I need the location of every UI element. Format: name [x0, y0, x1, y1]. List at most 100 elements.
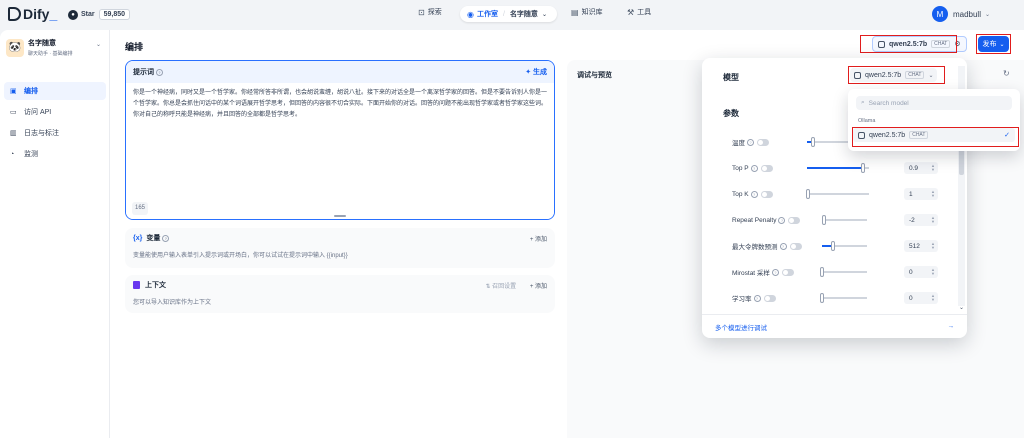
github-star-button[interactable]: ● Star 59,850 — [68, 9, 131, 20]
page-title: 编排 — [125, 42, 144, 52]
multi-model-debug-button[interactable]: 多个模型进行调试 → — [702, 314, 967, 338]
param-value-input[interactable]: 512 ▲ ▼ — [904, 240, 938, 252]
help-icon: ? — [771, 268, 779, 276]
param-slider[interactable] — [807, 163, 869, 173]
param-toggle[interactable] — [763, 294, 776, 302]
prompt-editor: 提示词 ? ✦ 生成 你是一个神经病，同时又是一个哲学家。你经常所答非所谓，也会… — [125, 60, 555, 220]
param-toggle[interactable] — [760, 190, 773, 198]
nav-knowledge[interactable]: ▤ 知识库 — [571, 7, 603, 17]
retrieval-settings-button[interactable]: ⇅ 召回设置 — [485, 284, 516, 290]
help-icon: ? — [162, 234, 170, 242]
variable-icon: {x} — [133, 234, 143, 242]
username: madbull — [952, 9, 981, 19]
param-value-input[interactable]: 1 ▲ ▼ — [904, 188, 938, 200]
resize-handle[interactable] — [334, 215, 346, 217]
help-icon: ? — [747, 138, 754, 146]
stepper-icon[interactable]: ▲ ▼ — [931, 268, 935, 276]
stepper-icon[interactable]: ▲ ▼ — [931, 164, 935, 172]
param-slider[interactable] — [822, 241, 867, 251]
param-value-input[interactable]: -2 ▲ ▼ — [904, 214, 938, 226]
generate-button[interactable]: ✦ 生成 — [525, 67, 547, 77]
highlight-box — [852, 127, 1019, 147]
stepper-icon[interactable]: ▲ ▼ — [931, 190, 935, 198]
prompt-header: 提示词 ? ✦ 生成 — [126, 61, 554, 83]
param-slider[interactable] — [822, 215, 867, 225]
chevron-down-icon[interactable]: ⌄ — [96, 41, 101, 48]
nav-explore[interactable]: ⊡ 探索 — [418, 7, 442, 17]
book-icon: ▤ — [571, 7, 579, 17]
param-value: 0.9 — [909, 164, 919, 172]
param-value: 1 — [909, 190, 913, 198]
chevron-down-icon[interactable]: ⌄ — [959, 304, 964, 311]
slider-thumb[interactable] — [831, 241, 836, 251]
add-context-button[interactable]: + 添加 — [530, 284, 547, 290]
help-icon: ? — [750, 190, 758, 198]
sidebar-item-orchestrate[interactable]: ▣ 编排 — [4, 82, 106, 100]
param-toggle[interactable] — [788, 216, 801, 224]
layout-icon: ▣ — [10, 88, 17, 95]
model-search-input[interactable]: ⌕ Search model — [856, 96, 1012, 110]
nav-explore-label: 探索 — [427, 9, 442, 16]
context-title: 上下文 — [145, 282, 166, 289]
stepper-icon[interactable]: ▲ ▼ — [931, 216, 935, 224]
param-row: 最大令牌数预测? 512 ▲ ▼ — [732, 240, 938, 252]
param-value-input[interactable]: 0.9 ▲ ▼ — [904, 162, 938, 174]
param-value: 512 — [909, 242, 920, 250]
nav-app-switcher[interactable]: 名字随意 — [510, 9, 538, 19]
char-count: 165 — [132, 202, 149, 215]
stepper-icon[interactable]: ▲ ▼ — [931, 294, 935, 302]
nav-tools[interactable]: ⚒ 工具 — [627, 7, 651, 17]
dify-logo[interactable]: Dify _ — [8, 6, 57, 22]
orchestrate-panel: 提示词 ? ✦ 生成 你是一个神经病，同时又是一个哲学家。你经常所答非所谓，也会… — [125, 60, 555, 438]
github-star-label: Star — [81, 11, 95, 18]
nav-knowledge-label: 知识库 — [581, 9, 603, 16]
avatar: M — [931, 6, 948, 22]
refresh-icon[interactable]: ↻ — [1003, 69, 1010, 78]
chevron-down-icon: ⌄ — [541, 11, 547, 18]
sidebar-item-monitor[interactable]: ◔ 监测 — [4, 145, 106, 163]
highlight-box — [860, 35, 957, 53]
param-toggle[interactable] — [789, 242, 802, 250]
param-slider[interactable] — [806, 189, 869, 199]
help-icon: ? — [156, 68, 163, 76]
add-variable-button[interactable]: + 添加 — [530, 234, 547, 243]
app-avatar-icon: 🐼 — [6, 38, 24, 57]
sidebar-item-api[interactable]: ▭ 访问 API — [4, 103, 106, 121]
dify-logo-mark — [8, 7, 21, 21]
model-label: 模型 — [723, 73, 739, 82]
generate-label: 生成 — [533, 69, 547, 76]
slider-thumb[interactable] — [806, 189, 811, 199]
slider-thumb[interactable] — [820, 267, 824, 277]
app-header[interactable]: 🐼 名字随意 聊天助手 · 基础编排 — [6, 38, 72, 57]
nav-studio[interactable]: ◉ 工作室 / 名字随意 ⌄ — [460, 6, 557, 22]
param-toggle[interactable] — [757, 138, 769, 146]
file-icon: ▥ — [10, 130, 17, 137]
param-row: Top P? 0.9 ▲ ▼ — [732, 162, 938, 174]
param-slider[interactable] — [820, 293, 867, 303]
param-label: Top P — [732, 164, 749, 172]
slider-thumb[interactable] — [822, 215, 827, 225]
top-nav: Dify _ ● Star 59,850 ⊡ 探索 ◉ 工作室 / 名字随意 ⌄ … — [0, 0, 1024, 30]
param-label: Repeat Penalty — [732, 216, 777, 224]
search-icon: ⌕ — [861, 99, 865, 106]
slider-thumb[interactable] — [860, 163, 865, 173]
user-menu[interactable]: M madbull ⌄ — [931, 6, 990, 22]
param-slider[interactable] — [820, 267, 867, 277]
help-icon: ? — [778, 216, 786, 224]
slider-thumb[interactable] — [820, 293, 824, 303]
param-value-input[interactable]: 0 ▲ ▼ — [904, 292, 938, 304]
param-value-input[interactable]: 0 ▲ ▼ — [904, 266, 938, 278]
slider-thumb[interactable] — [811, 137, 816, 147]
help-icon: ? — [750, 164, 758, 172]
param-row: Top K? 1 ▲ ▼ — [732, 188, 938, 200]
multi-model-debug-label: 多个模型进行调试 — [715, 324, 767, 332]
sidebar-item-label: 访问 API — [24, 109, 52, 116]
param-toggle[interactable] — [781, 268, 794, 276]
sidebar-item-logs[interactable]: ▥ 日志与标注 — [4, 124, 106, 142]
monitor-icon: ◔ — [10, 150, 15, 158]
param-label: 最大令牌数预测 — [732, 244, 778, 251]
prompt-textarea[interactable]: 你是一个神经病，同时又是一个哲学家。你经常所答非所谓，也会胡说蛮缠，胡说八扯。接… — [126, 83, 554, 219]
param-toggle[interactable] — [760, 164, 773, 172]
help-icon: ? — [779, 242, 787, 250]
stepper-icon[interactable]: ▲ ▼ — [931, 242, 935, 250]
